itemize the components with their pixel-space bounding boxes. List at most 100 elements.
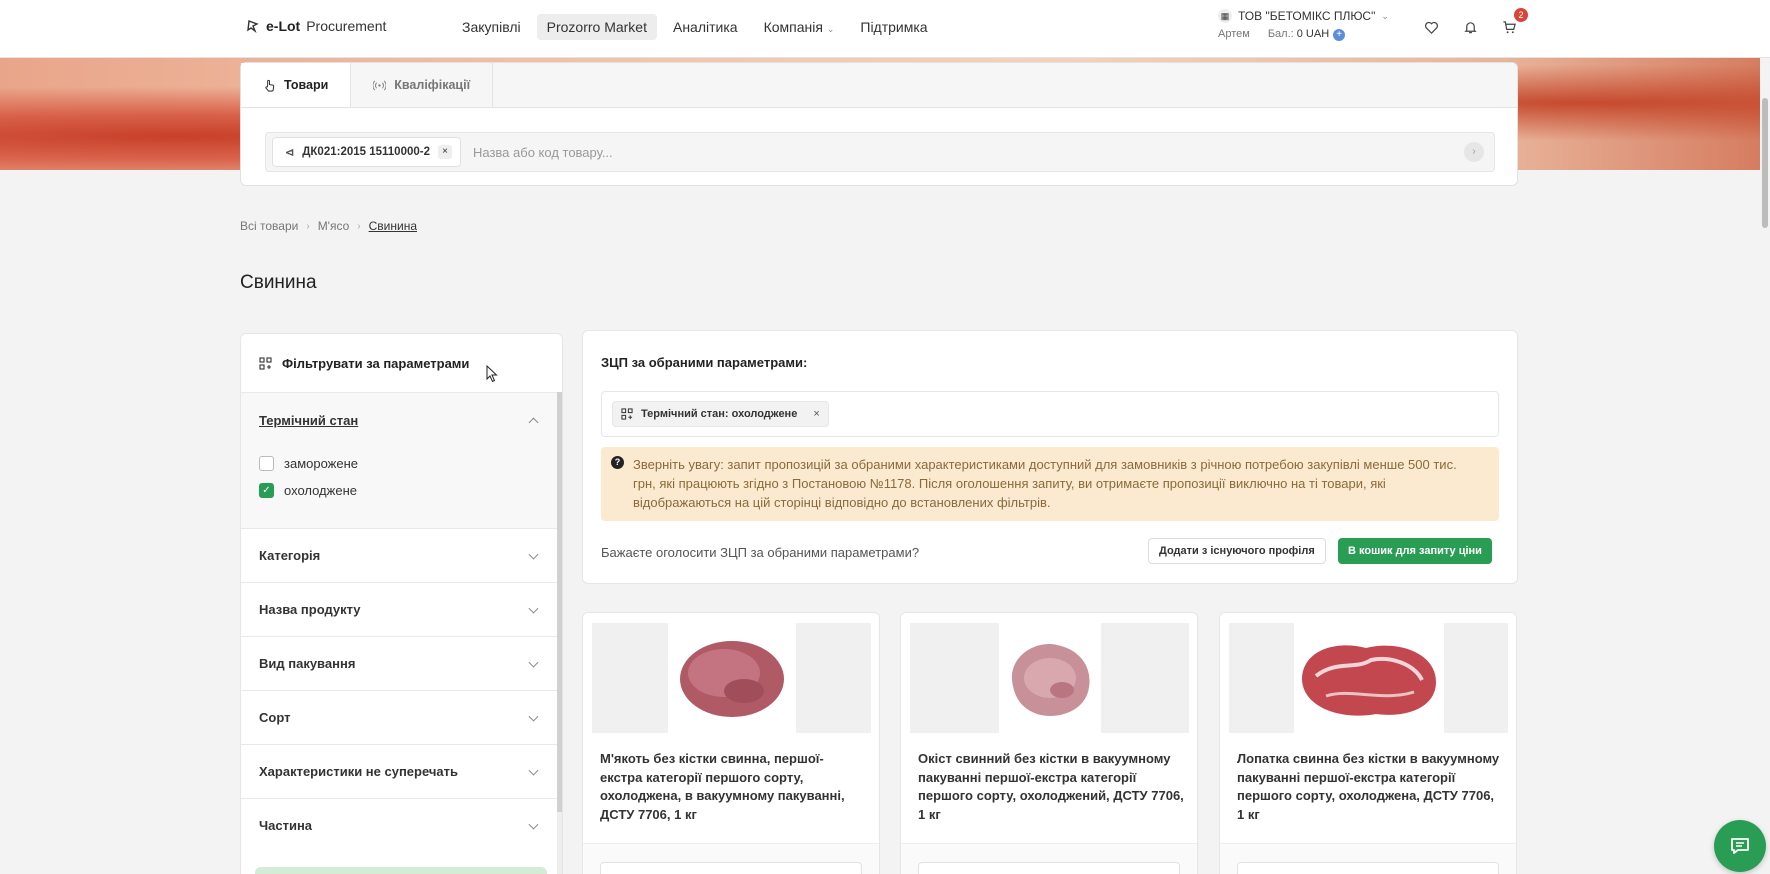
nav-item-support[interactable]: Підтримка: [850, 14, 937, 40]
breadcrumb-meat[interactable]: М'ясо: [318, 219, 350, 233]
balance: Бал.: 0 UAH +: [1268, 28, 1346, 41]
chevron-down-icon: [528, 819, 539, 830]
tab-qualifications[interactable]: Кваліфікації: [351, 63, 494, 107]
chevron-down-icon: [528, 549, 539, 560]
cart-icon: [1502, 20, 1516, 33]
bell-icon: [1463, 21, 1477, 33]
close-icon[interactable]: ×: [813, 408, 819, 420]
company-switcher[interactable]: ▦ ТОВ "БЕТОМІКС ПЛЮС" ⌄ Артем Бал.: 0 UA…: [1218, 9, 1389, 41]
filter-section-title[interactable]: Термічний стан: [259, 393, 559, 428]
filter-header: Фільтрувати за параметрами: [241, 334, 562, 392]
checkbox-checked[interactable]: ✓: [259, 483, 274, 498]
cart-button[interactable]: 2: [1498, 8, 1528, 38]
product-image-frame: [1293, 623, 1444, 733]
filter-section-title: Вид пакування: [259, 656, 356, 671]
classifier-chip-label: ДК021:2015 15110000-2: [302, 146, 430, 158]
product-action[interactable]: [1237, 862, 1499, 874]
product-image[interactable]: [1229, 623, 1508, 733]
add-from-profile-button[interactable]: Додати з існуючого профіля: [1148, 538, 1326, 564]
filter-section-title: Категорія: [259, 548, 321, 563]
filter-section-title: Частина: [259, 818, 313, 833]
notifications-button[interactable]: [1459, 16, 1481, 38]
chat-button[interactable]: [1714, 820, 1766, 872]
nav-item-procurements[interactable]: Закупівлі: [452, 14, 531, 40]
filter-option-frozen[interactable]: заморожене: [259, 456, 559, 471]
filter-section-title: Назва продукту: [259, 602, 361, 617]
company-name: ТОВ "БЕТОМІКС ПЛЮС": [1238, 9, 1376, 23]
request-title: ЗЦП за обраними параметрами:: [601, 355, 808, 370]
tab-goods-label: Товари: [284, 78, 329, 92]
filter-grid-icon: [621, 408, 633, 420]
page-scrollbar-thumb[interactable]: [1762, 98, 1768, 228]
favorites-button[interactable]: [1420, 16, 1442, 38]
filter-scrollbar-thumb[interactable]: [557, 392, 562, 812]
logo-text: Procurement: [306, 18, 387, 34]
breadcrumb-all-goods[interactable]: Всі товари: [240, 219, 298, 233]
add-balance-icon[interactable]: +: [1333, 29, 1346, 41]
hand-pointer-icon: [265, 79, 275, 92]
main-nav: Закупівлі Prozorro Market Аналітика Комп…: [452, 14, 938, 40]
meat-image: [679, 641, 784, 717]
filter-section-title: Характеристики не суперечать: [259, 764, 459, 779]
product-card[interactable]: М'якоть без кістки свинна, першої-екстра…: [582, 612, 880, 874]
product-image[interactable]: [910, 623, 1189, 733]
broadcast-icon: [373, 79, 387, 91]
tab-goods[interactable]: Товари: [241, 63, 352, 107]
notice-text: Зверніть увагу: запит пропозицій за обра…: [633, 457, 1457, 510]
cart-badge: 2: [1514, 8, 1528, 22]
nav-item-analytics[interactable]: Аналітика: [663, 14, 748, 40]
filter-section-packaging[interactable]: Вид пакування: [241, 636, 559, 690]
mouse-cursor: [486, 365, 498, 383]
remove-chip-icon[interactable]: ×: [437, 145, 452, 159]
chevron-down-icon: [528, 657, 539, 668]
meat-image: [1011, 644, 1090, 716]
filter-option-chilled[interactable]: ✓ охолоджене: [259, 483, 559, 498]
search-box: ⊲ ДК021:2015 15110000-2 × ›: [265, 132, 1495, 172]
filter-section-product-name[interactable]: Назва продукту: [241, 582, 559, 636]
selected-filter-label: Термічний стан: охолоджене: [641, 408, 798, 420]
filter-panel: Фільтрувати за параметрами Термічний ста…: [240, 333, 563, 874]
product-action[interactable]: [918, 862, 1180, 874]
filter-section-category[interactable]: Категорія: [241, 528, 559, 582]
nav-item-company-label: Компанія: [763, 19, 823, 35]
meat-image: [1301, 645, 1436, 716]
product-name[interactable]: М'якоть без кістки свинна, першої-екстра…: [600, 750, 866, 824]
product-card[interactable]: Лопатка свинна без кістки в вакуумному п…: [1219, 612, 1517, 874]
product-action[interactable]: [600, 862, 862, 874]
price-request-panel: ЗЦП за обраними параметрами: Термічний с…: [582, 330, 1518, 584]
product-name[interactable]: Окіст свинний без кістки в вакуумному па…: [918, 750, 1184, 824]
tab-qualifications-label: Кваліфікації: [394, 78, 471, 92]
nav-item-prozorro-market[interactable]: Prozorro Market: [536, 14, 657, 40]
search-input[interactable]: [472, 144, 1464, 160]
megaphone-icon: ⊲: [285, 146, 295, 159]
product-image-frame: [998, 623, 1101, 733]
product-name[interactable]: Лопатка свинна без кістки в вакуумному п…: [1237, 750, 1503, 824]
filter-option-label: охолоджене: [284, 483, 357, 498]
filter-section-title: Сорт: [259, 710, 291, 725]
filter-section-characteristics[interactable]: Характеристики не суперечать: [241, 744, 559, 798]
checkbox[interactable]: [259, 456, 274, 471]
breadcrumb: Всі товари › М'ясо › Свинина: [240, 219, 417, 233]
page-scrollbar[interactable]: [1760, 58, 1770, 874]
search-submit-button[interactable]: ›: [1464, 142, 1484, 162]
breadcrumb-pork[interactable]: Свинина: [369, 219, 417, 233]
chat-icon: [1731, 838, 1749, 854]
add-to-cart-request-button[interactable]: В кошик для запиту ціни: [1338, 538, 1492, 564]
chevron-down-icon: ⌄: [826, 24, 835, 34]
request-question: Бажаєте оголосити ЗЦП за обраними параме…: [601, 545, 920, 560]
nav-item-company[interactable]: Компанія ⌄: [754, 14, 845, 40]
user-name: Артем: [1218, 28, 1250, 40]
classifier-chip[interactable]: ⊲ ДК021:2015 15110000-2 ×: [272, 137, 461, 167]
chevron-right-icon: ›: [357, 220, 361, 232]
apply-filter-button[interactable]: [255, 867, 547, 874]
product-image[interactable]: [592, 623, 871, 733]
page-title: Свинина: [240, 272, 317, 293]
notice-box: ? Зверніть увагу: запит пропозицій за об…: [601, 447, 1499, 521]
filter-section-grade[interactable]: Сорт: [241, 690, 559, 744]
filter-section-part[interactable]: Частина: [241, 798, 559, 852]
product-card[interactable]: Окіст свинний без кістки в вакуумному па…: [900, 612, 1198, 874]
selected-filter-chip[interactable]: Термічний стан: охолоджене ×: [612, 401, 829, 427]
logo[interactable]: e-Lot Procurement: [246, 18, 386, 34]
product-image-frame: [667, 623, 796, 733]
product-card-footer: [583, 843, 879, 874]
